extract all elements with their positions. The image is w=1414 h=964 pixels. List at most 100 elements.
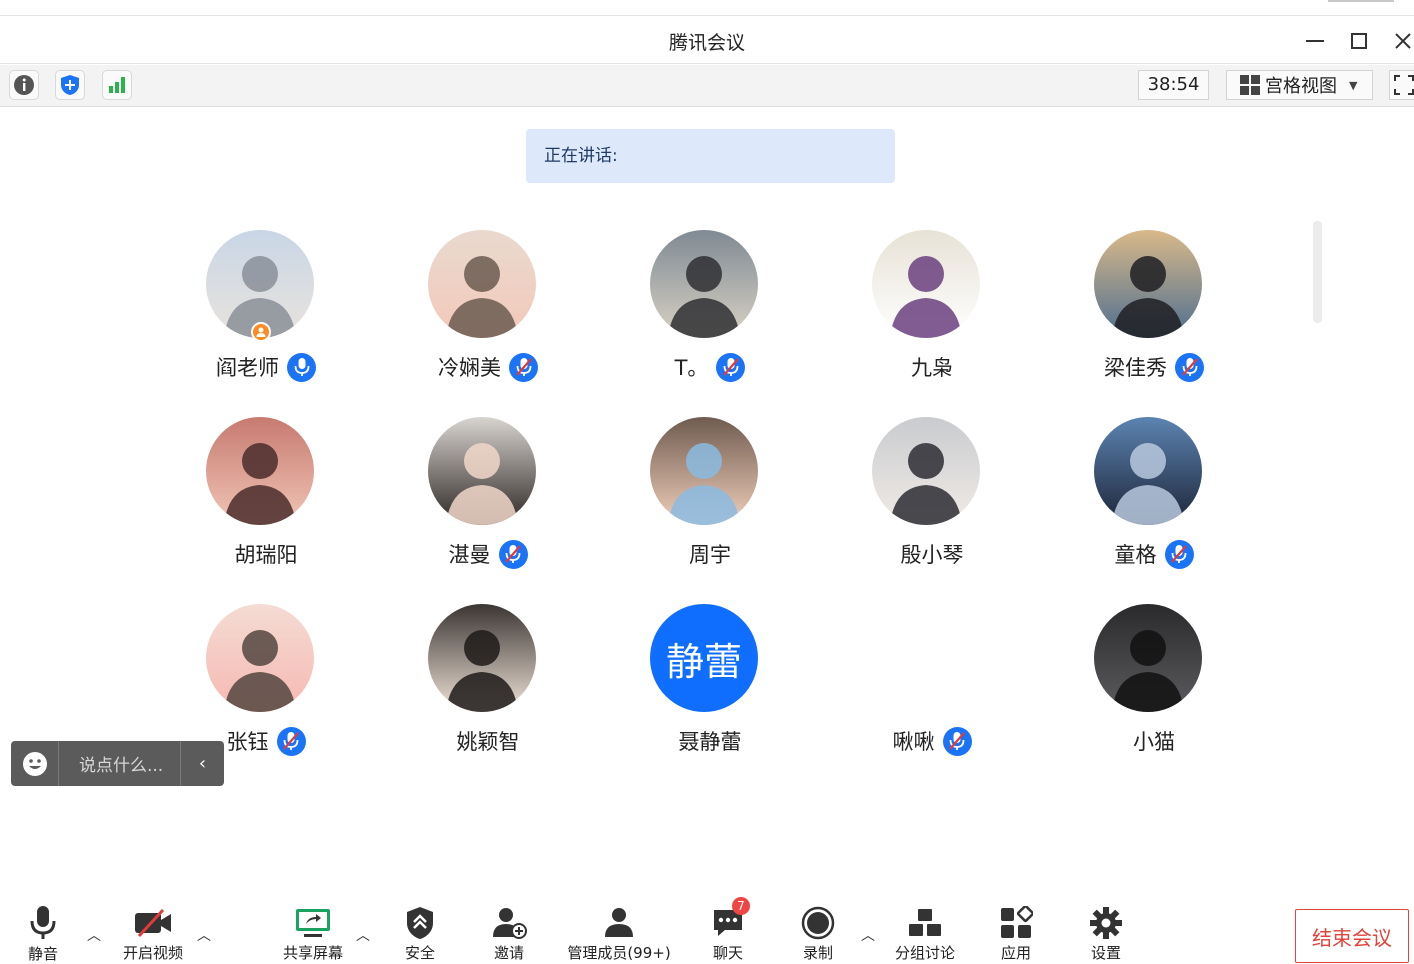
avatar	[206, 417, 314, 525]
mic-muted-icon	[498, 539, 528, 569]
record-button[interactable]: 录制	[798, 905, 838, 963]
share-screen-icon	[293, 905, 333, 940]
share-screen-button[interactable]: 共享屏幕	[279, 905, 347, 963]
participant-tile[interactable]: 童格	[1043, 417, 1265, 587]
audio-options-chevron[interactable]: ︿	[84, 925, 104, 945]
start-video-button[interactable]: 开启视频	[117, 905, 189, 963]
emoji-icon[interactable]	[11, 741, 59, 786]
security-icon	[400, 905, 440, 940]
manage-members-label: 管理成员(99+)	[567, 944, 671, 962]
mic-muted-icon	[1175, 352, 1204, 382]
fullscreen-icon	[1394, 75, 1414, 95]
mute-button[interactable]: 静音	[22, 905, 64, 963]
chat-button[interactable]: 7 聊天	[708, 897, 750, 963]
breakout-groups-icon	[905, 905, 945, 940]
record-options-chevron[interactable]: ︿	[858, 925, 878, 945]
participant-tile[interactable]: 殷小琴	[821, 417, 1043, 587]
bottom-control-bar: 静音 ︿ 开启视频 ︿ 共享屏幕 ︿ 安全 邀请 管理成员(99+) 7 聊天 …	[0, 895, 1414, 963]
mic-muted-icon	[1164, 539, 1194, 569]
info-icon[interactable]	[9, 70, 39, 100]
avatar	[1094, 230, 1202, 338]
chat-input[interactable]: 说点什么...	[59, 751, 180, 776]
participant-name: 湛曼	[448, 543, 491, 567]
apps-icon	[996, 905, 1036, 940]
mic-muted-icon	[276, 726, 306, 756]
manage-members-button[interactable]: 管理成员(99+)	[566, 905, 672, 963]
title-bar: 腾讯会议	[0, 17, 1414, 64]
speaking-indicator: 正在讲话:	[526, 129, 895, 183]
breakout-label: 分组讨论	[894, 944, 955, 962]
avatar	[428, 417, 536, 525]
view-mode-dropdown[interactable]: 宫格视图 ▼	[1226, 70, 1373, 100]
drag-handle[interactable]	[1328, 0, 1394, 2]
end-meeting-button[interactable]: 结束会议	[1295, 909, 1409, 963]
avatar	[428, 604, 536, 712]
host-badge-icon	[251, 322, 271, 342]
participant-tile[interactable]: 胡瑞阳	[155, 417, 377, 587]
security-button[interactable]: 安全	[400, 905, 440, 963]
participant-name-row: 啾啾	[821, 726, 1043, 756]
participant-name: T。	[674, 356, 709, 380]
collapse-chevron-icon[interactable]: ‹	[180, 741, 224, 786]
participant-name: 周宇	[689, 543, 731, 567]
security-label: 安全	[404, 944, 435, 962]
share-screen-label: 共享屏幕	[282, 944, 343, 962]
chevron-down-icon: ▼	[1349, 78, 1358, 92]
avatar	[650, 417, 758, 525]
gear-icon	[1086, 905, 1126, 940]
participant-name: 阎老师	[216, 356, 279, 380]
record-icon	[798, 905, 838, 940]
avatar	[1094, 604, 1202, 712]
chat-label: 聊天	[712, 944, 743, 962]
avatar	[872, 230, 980, 338]
security-shield-icon[interactable]	[55, 70, 85, 100]
participant-tile[interactable]: 湛曼	[377, 417, 599, 587]
participant-tile[interactable]: 冷娴美	[377, 230, 599, 400]
network-signal-icon[interactable]	[102, 70, 132, 100]
participant-tile[interactable]: 周宇	[599, 417, 821, 587]
participant-name: 殷小琴	[900, 543, 964, 567]
participant-name: 张钰	[226, 730, 269, 754]
scrollbar[interactable]	[1313, 221, 1322, 323]
avatar	[872, 417, 980, 525]
share-options-chevron[interactable]: ︿	[353, 925, 373, 945]
avatar	[428, 230, 536, 338]
participant-name-row: 聂静蕾	[599, 726, 821, 756]
participant-name-row: 九枭	[821, 352, 1043, 382]
participant-tile[interactable]: 姚颖智	[377, 604, 599, 774]
participant-name-row: 姚颖智	[377, 726, 599, 756]
participant-tile[interactable]: 静蕾 聂静蕾	[599, 604, 821, 774]
invite-label: 邀请	[493, 944, 524, 962]
maximize-button[interactable]	[1345, 27, 1373, 55]
avatar	[1094, 417, 1202, 525]
participant-tile[interactable]: 阎老师	[155, 230, 377, 400]
microphone-icon	[23, 905, 63, 941]
chat-unread-badge: 7	[732, 897, 750, 915]
mic-muted-icon	[716, 352, 746, 382]
avatar	[206, 604, 314, 712]
mic-on-icon	[287, 352, 316, 382]
participant-tile[interactable]: 啾啾	[821, 604, 1043, 774]
participant-tile[interactable]: 九枭	[821, 230, 1043, 400]
fullscreen-button[interactable]	[1389, 70, 1414, 100]
participant-name: 梁佳秀	[1104, 356, 1167, 380]
mute-label: 静音	[27, 945, 58, 963]
settings-button[interactable]: 设置	[1086, 905, 1126, 963]
video-options-chevron[interactable]: ︿	[194, 925, 214, 945]
participant-tile[interactable]: 梁佳秀	[1043, 230, 1265, 400]
participant-name-row: 小猫	[1043, 726, 1265, 756]
members-icon	[599, 905, 639, 940]
minimize-button[interactable]	[1301, 27, 1329, 55]
participant-name: 九枭	[911, 356, 953, 380]
breakout-button[interactable]: 分组讨论	[891, 905, 959, 963]
quick-chat-bar[interactable]: 说点什么... ‹	[11, 741, 224, 786]
participant-name: 童格	[1114, 543, 1157, 567]
participant-tile[interactable]: 小猫	[1043, 604, 1265, 774]
participant-tile[interactable]: T。	[599, 230, 821, 400]
apps-button[interactable]: 应用	[996, 905, 1036, 963]
participant-name-row: 冷娴美	[377, 352, 599, 382]
invite-button[interactable]: 邀请	[489, 905, 529, 963]
close-button[interactable]	[1389, 27, 1414, 55]
participant-name-row: 阎老师	[155, 352, 377, 382]
participant-name-row: 湛曼	[377, 539, 599, 569]
